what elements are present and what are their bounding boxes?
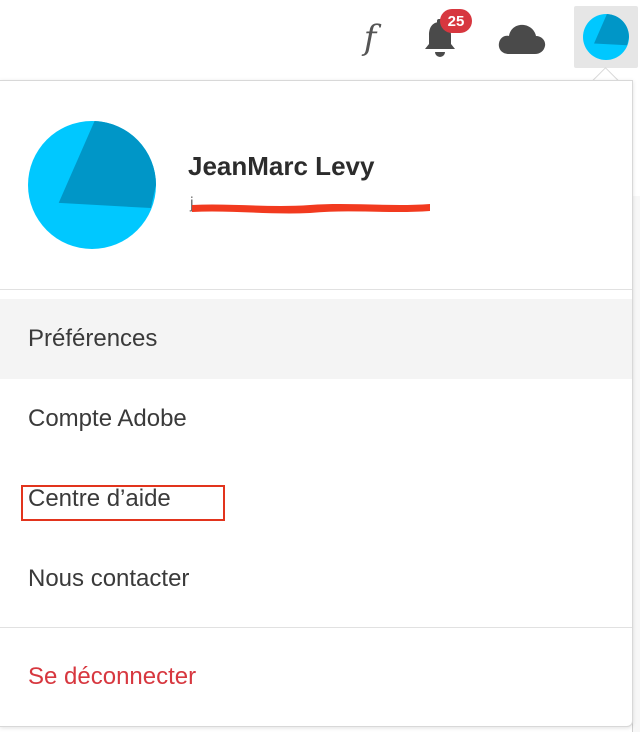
- avatar-icon: [583, 14, 629, 60]
- divider: [0, 627, 632, 628]
- menu-item-contact-us[interactable]: Nous contacter: [0, 539, 632, 619]
- sign-out-link[interactable]: Se déconnecter: [0, 637, 632, 717]
- profile-header: JeanMarc Levy j: [0, 81, 632, 289]
- email-redaction: [192, 204, 430, 214]
- cloud-icon: [498, 24, 546, 54]
- page-edge: [632, 196, 640, 732]
- notification-count-badge: 25: [440, 9, 472, 33]
- divider: [0, 289, 632, 290]
- fonts-icon[interactable]: f: [352, 16, 388, 60]
- account-menu-button[interactable]: [574, 6, 638, 68]
- menu-item-adobe-account[interactable]: Compte Adobe: [0, 379, 632, 459]
- user-name: JeanMarc Levy: [188, 151, 375, 181]
- creative-cloud-button[interactable]: [496, 22, 548, 56]
- menu-item-preferences[interactable]: Préférences: [0, 299, 632, 379]
- top-bar: f 25: [0, 0, 640, 76]
- menu-item-help-center[interactable]: Centre d’aide: [0, 459, 632, 539]
- profile-avatar: [28, 121, 156, 249]
- account-dropdown: JeanMarc Levy j Préférences Compte Adobe…: [0, 80, 633, 727]
